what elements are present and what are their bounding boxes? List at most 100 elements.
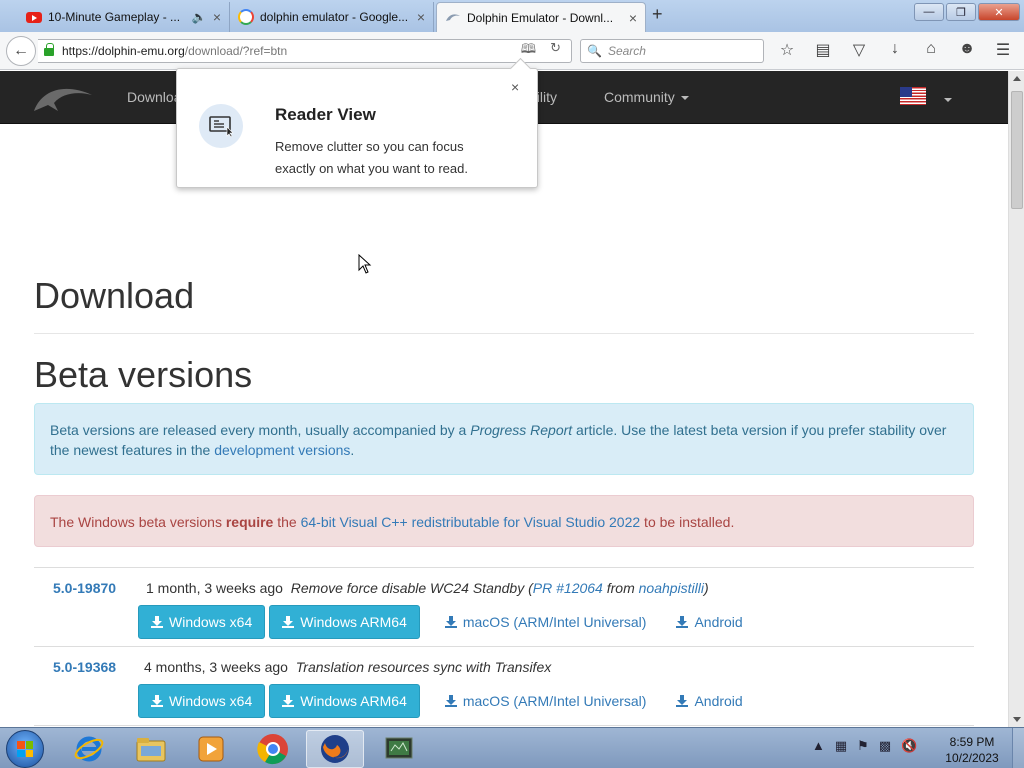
download-icon <box>676 695 689 707</box>
author-link[interactable]: noahpistilli <box>639 580 704 596</box>
reader-view-icon[interactable]: 🕮 <box>521 40 536 62</box>
media-player-icon[interactable] <box>182 730 240 768</box>
popup-title: Reader View <box>275 105 376 124</box>
back-icon[interactable]: ← <box>6 36 36 66</box>
nav-toolbar: ← https://dolphin-emu.org/download/?ref=… <box>0 32 1024 70</box>
windows-x64-button[interactable]: Windows x64 <box>138 684 266 718</box>
vertical-scrollbar[interactable] <box>1008 71 1024 727</box>
scroll-up-icon[interactable] <box>1013 76 1021 81</box>
tab-close-icon[interactable]: × <box>629 10 637 26</box>
macos-link[interactable]: macOS (ARM/Intel Universal) <box>444 693 646 709</box>
action-center-icon[interactable]: ⚑ <box>857 738 869 754</box>
scroll-thumb[interactable] <box>1011 91 1023 209</box>
tab-close-icon[interactable]: × <box>417 9 425 25</box>
pocket-icon[interactable]: ▽ <box>848 40 870 60</box>
window-controls: — ❐ ✕ <box>914 3 1020 21</box>
nav-community[interactable]: Community <box>604 89 689 105</box>
release-version-link[interactable]: 5.0-19870 <box>53 580 116 596</box>
windows-arm64-button[interactable]: Windows ARM64 <box>269 684 420 718</box>
menu-icon[interactable]: ☰ <box>992 40 1014 60</box>
home-icon[interactable]: ⌂ <box>920 40 942 60</box>
android-link[interactable]: Android <box>676 614 743 630</box>
network-icon[interactable]: ▩ <box>879 738 891 754</box>
ie-icon[interactable] <box>60 730 118 768</box>
emoji-icon[interactable]: ☻ <box>956 40 978 60</box>
chrome-icon[interactable] <box>244 730 302 768</box>
search-input[interactable]: 🔍 Search <box>580 39 764 63</box>
search-icon: 🔍 <box>587 44 602 58</box>
minimize-icon[interactable]: — <box>914 3 944 21</box>
android-link[interactable]: Android <box>676 693 743 709</box>
app-icon[interactable] <box>370 730 428 768</box>
close-window-icon[interactable]: ✕ <box>978 3 1020 21</box>
tab-youtube[interactable]: 10-Minute Gameplay - ... 🔈 × <box>18 2 230 32</box>
release-meta: 1 month, 3 weeks ago Remove force disabl… <box>146 580 709 596</box>
tray-expand-icon[interactable]: ▲ <box>812 738 825 754</box>
bookmark-star-icon[interactable]: ☆ <box>776 40 798 60</box>
reader-view-popup: Reader View Remove clutter so you can fo… <box>176 68 538 188</box>
download-icon[interactable]: ↓ <box>884 40 906 60</box>
tab-google[interactable]: dolphin emulator - Google... × <box>230 2 434 32</box>
macos-link[interactable]: macOS (ARM/Intel Universal) <box>444 614 646 630</box>
info-text: . <box>350 442 355 458</box>
download-buttons: Windows x64 Windows ARM64 macOS (ARM/Int… <box>138 684 753 718</box>
url-bar[interactable]: https://dolphin-emu.org/download/?ref=bt… <box>38 39 572 63</box>
new-tab-icon[interactable]: + <box>652 4 663 25</box>
download-icon <box>282 695 295 707</box>
us-flag-icon[interactable] <box>900 87 926 105</box>
info-alert: Beta versions are released every month, … <box>34 403 974 475</box>
url-host: https://dolphin-emu.org <box>62 44 185 58</box>
tab-title: Dolphin Emulator - Downl... <box>467 10 614 25</box>
restore-icon[interactable]: ❐ <box>946 3 976 21</box>
search-placeholder: Search <box>607 44 646 58</box>
mouse-cursor-icon <box>358 254 372 274</box>
page-title: Download <box>34 275 195 316</box>
download-icon <box>151 695 163 707</box>
start-button[interactable] <box>6 730 44 768</box>
tab-close-icon[interactable]: × <box>213 9 221 25</box>
clock-date: 10/2/2023 <box>945 751 999 765</box>
release-message: Remove force disable WC24 Standby (PR #1… <box>290 580 709 596</box>
clock[interactable]: 8:59 PM 10/2/2023 <box>940 734 1004 766</box>
popup-body: Remove clutter so you can focus exactly … <box>275 139 468 176</box>
volume-muted-icon[interactable]: 🔇 <box>901 738 917 754</box>
system-tray: ▲ ▦ ⚑ ▩ 🔇 <box>812 738 917 754</box>
dolphin-logo-icon[interactable] <box>32 81 94 115</box>
explorer-icon[interactable] <box>122 730 180 768</box>
download-icon <box>676 616 689 628</box>
bookmarks-list-icon[interactable]: ▤ <box>812 40 834 60</box>
google-icon <box>238 9 254 25</box>
download-icon <box>282 616 295 628</box>
danger-alert: The Windows beta versions require the 64… <box>34 495 974 547</box>
danger-text: the <box>273 514 301 530</box>
release-meta: 4 months, 3 weeks ago Translation resour… <box>144 659 551 675</box>
tab-dolphin[interactable]: Dolphin Emulator - Downl... × <box>436 2 646 32</box>
release-age: 4 months, 3 weeks ago <box>144 659 288 675</box>
release-version-link[interactable]: 5.0-19368 <box>53 659 116 675</box>
download-buttons: Windows x64 Windows ARM64 macOS (ARM/Int… <box>138 605 753 639</box>
tray-app-icon[interactable]: ▦ <box>835 738 847 754</box>
vc-redist-link[interactable]: 64-bit Visual C++ redistributable for Vi… <box>301 514 641 530</box>
taskbar: ▲ ▦ ⚑ ▩ 🔇 8:59 PM 10/2/2023 <box>0 727 1024 768</box>
windows-arm64-button[interactable]: Windows ARM64 <box>269 605 420 639</box>
info-text: Beta versions are released every month, … <box>50 422 471 438</box>
chevron-down-icon[interactable] <box>944 98 952 102</box>
nav-download[interactable]: Downloa <box>127 89 181 105</box>
download-icon <box>151 616 163 628</box>
reload-icon[interactable]: ↻ <box>550 40 561 62</box>
windows-logo-icon <box>17 741 33 757</box>
scroll-down-icon[interactable] <box>1013 717 1021 722</box>
download-icon <box>444 695 457 707</box>
speaker-icon[interactable]: 🔈 <box>192 10 207 24</box>
clock-time: 8:59 PM <box>949 735 995 749</box>
pr-link[interactable]: PR #12064 <box>533 580 603 596</box>
firefox-icon[interactable] <box>306 730 364 768</box>
development-versions-link[interactable]: development versions <box>214 442 350 458</box>
download-icon <box>444 616 457 628</box>
tab-title: 10-Minute Gameplay - ... <box>48 10 181 24</box>
show-desktop-button[interactable] <box>1012 728 1024 768</box>
windows-x64-button[interactable]: Windows x64 <box>138 605 266 639</box>
youtube-icon <box>26 9 42 25</box>
progress-report-text: Progress Report <box>470 422 573 438</box>
close-icon[interactable]: × <box>511 79 519 95</box>
